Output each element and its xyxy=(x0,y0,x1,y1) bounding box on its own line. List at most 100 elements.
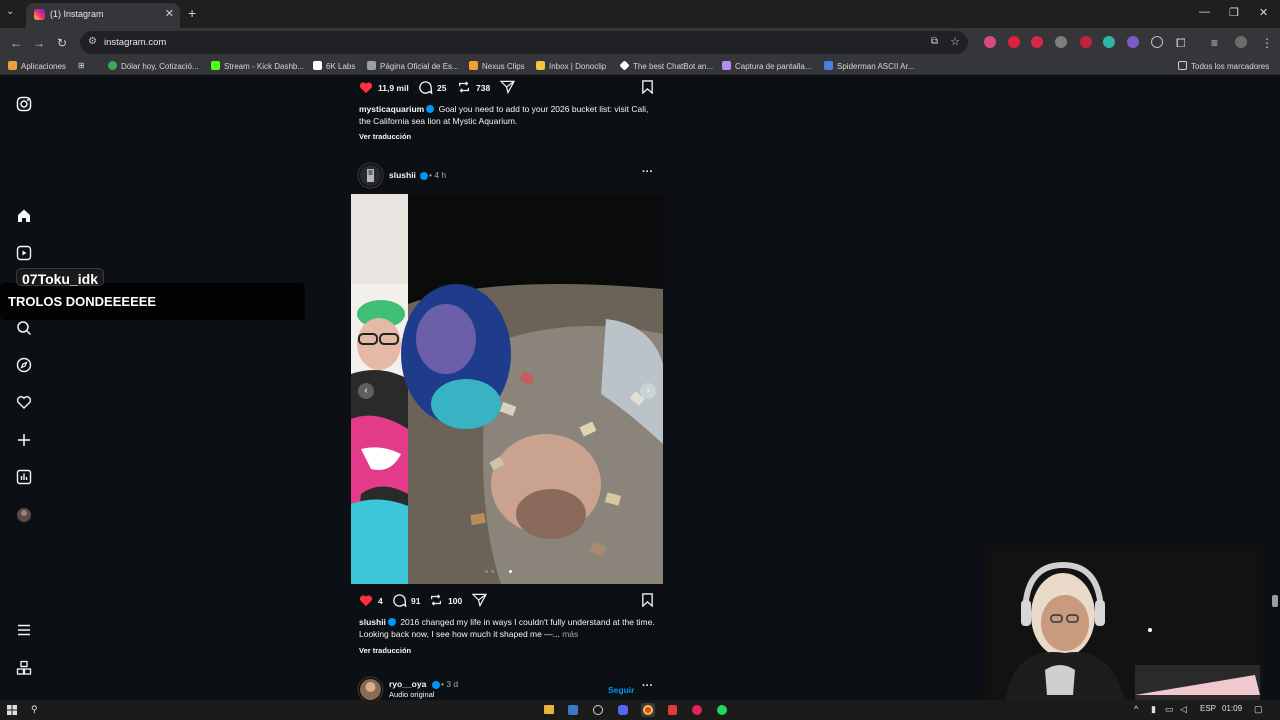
scrollbar-thumb[interactable] xyxy=(1272,595,1278,607)
bookmark-item[interactable]: 6K Labs xyxy=(313,61,355,71)
browser-tab-bar: ⌄ (1) Instagram ✕ + — ❐ ✕ xyxy=(0,0,1280,28)
like-count[interactable]: 11,9 mil xyxy=(378,82,409,94)
back-icon[interactable]: ← xyxy=(10,36,22,50)
repost-count[interactable]: 738 xyxy=(476,82,490,94)
like-count[interactable]: 4 xyxy=(378,595,383,607)
comment-count[interactable]: 25 xyxy=(437,82,446,94)
bookmark-item[interactable]: Inbox | Donoclip xyxy=(536,61,606,71)
new-tab-button[interactable]: + xyxy=(188,5,196,21)
taskbar-search-icon[interactable]: ⚲ xyxy=(31,704,38,715)
extension-icon[interactable] xyxy=(1103,36,1115,48)
reels-icon[interactable] xyxy=(16,245,32,261)
home-icon[interactable] xyxy=(16,208,32,224)
all-bookmarks-folder[interactable]: Todos los marcadores xyxy=(1178,61,1269,71)
extension-icon[interactable] xyxy=(1055,36,1067,48)
post-media-carousel[interactable]: ‹ › xyxy=(351,194,663,584)
valorant-icon[interactable] xyxy=(668,705,677,715)
reload-icon[interactable]: ↻ xyxy=(57,36,67,50)
bookmark-item[interactable]: Spiderman ASCII Ar... xyxy=(824,61,914,71)
system-clock[interactable]: 01:09 xyxy=(1222,704,1242,713)
bookmark-item[interactable]: Captura de pantalla... xyxy=(722,61,812,71)
extension-icon[interactable] xyxy=(1151,36,1163,48)
bookmark-item[interactable]: Nexus Clips xyxy=(469,61,525,71)
browser-menu-icon[interactable]: ⋮ xyxy=(1261,36,1273,50)
profile-avatar-icon[interactable] xyxy=(1235,36,1247,48)
liked-heart-icon[interactable] xyxy=(359,594,373,607)
tab-close-icon[interactable]: ✕ xyxy=(165,7,174,20)
taskbar-app-icon[interactable] xyxy=(593,705,603,715)
post-options-icon[interactable]: ··· xyxy=(642,166,653,178)
install-app-icon[interactable]: ⧉ xyxy=(931,36,938,47)
comment-count[interactable]: 91 xyxy=(411,595,420,607)
repost-count[interactable]: 100 xyxy=(448,595,462,607)
url-text[interactable]: instagram.com xyxy=(104,37,166,48)
bookmark-item[interactable]: Dólar hoy, Cotizació... xyxy=(108,61,199,71)
restore-button[interactable]: ❐ xyxy=(1229,6,1239,19)
input-language[interactable]: ESP xyxy=(1200,704,1216,713)
more-link[interactable]: más xyxy=(562,629,578,639)
post-options-icon[interactable]: ··· xyxy=(642,680,653,692)
bookmark-item[interactable]: Aplicaciones xyxy=(8,61,66,71)
carousel-prev-icon[interactable]: ‹ xyxy=(358,383,374,399)
share-send-icon[interactable] xyxy=(472,593,487,607)
repost-icon[interactable] xyxy=(457,80,471,94)
explore-compass-icon[interactable] xyxy=(16,357,32,373)
share-send-icon[interactable] xyxy=(500,80,515,94)
tab-search-icon[interactable]: ⌄ xyxy=(6,6,14,17)
instagram-logo-icon[interactable] xyxy=(16,96,32,112)
notifications-heart-icon[interactable] xyxy=(16,394,32,410)
extension-icon[interactable] xyxy=(1031,36,1043,48)
discord-icon[interactable] xyxy=(618,705,628,715)
comment-icon[interactable] xyxy=(418,80,433,95)
volume-icon[interactable]: ◁ xyxy=(1180,704,1187,715)
see-translation-link[interactable]: Ver traducción xyxy=(359,645,411,657)
profile-avatar[interactable] xyxy=(16,507,32,523)
extension-icon[interactable] xyxy=(984,36,996,48)
media-player-icon[interactable] xyxy=(692,705,702,715)
network-icon[interactable]: ▭ xyxy=(1165,704,1174,715)
extension-icon[interactable] xyxy=(1080,36,1092,48)
save-bookmark-icon[interactable] xyxy=(641,593,654,607)
avatar[interactable] xyxy=(357,162,384,189)
extensions-puzzle-icon[interactable]: ⧠ xyxy=(1176,36,1186,51)
bookmark-item[interactable]: Stream - Kick Dashb... xyxy=(211,61,304,71)
save-bookmark-icon[interactable] xyxy=(641,80,654,94)
bookmark-item[interactable]: Página Oficial de Es... xyxy=(367,61,459,71)
dashboard-chart-icon[interactable] xyxy=(16,469,32,485)
liked-heart-icon[interactable] xyxy=(359,81,373,94)
menu-hamburger-icon[interactable] xyxy=(16,622,32,638)
comment-icon[interactable] xyxy=(392,593,407,608)
search-icon[interactable] xyxy=(16,320,32,336)
apps-icon[interactable]: ⊞ xyxy=(78,61,85,70)
extension-icon[interactable] xyxy=(1127,36,1139,48)
notifications-icon[interactable]: ▢ xyxy=(1254,704,1263,715)
audio-label[interactable]: Audio original xyxy=(389,689,434,700)
bookmark-star-icon[interactable]: ☆ xyxy=(950,35,960,48)
address-bar[interactable]: ⚙ instagram.com ⧉ ☆ xyxy=(80,31,968,54)
caption-username[interactable]: slushii xyxy=(359,617,386,627)
reading-list-icon[interactable]: ≡ xyxy=(1211,36,1218,50)
follow-button[interactable]: Seguir xyxy=(608,684,634,696)
caption-username[interactable]: mysticaquarium xyxy=(359,104,424,114)
avatar[interactable] xyxy=(357,676,384,700)
bookmark-item[interactable]: The best ChatBot an... xyxy=(619,60,713,71)
spotify-icon[interactable] xyxy=(717,705,727,715)
repost-icon[interactable] xyxy=(429,593,443,607)
forward-icon[interactable]: → xyxy=(33,36,45,50)
minimize-button[interactable]: — xyxy=(1199,6,1210,18)
extension-icon[interactable] xyxy=(1008,36,1020,48)
site-info-icon[interactable]: ⚙ xyxy=(88,36,97,47)
see-translation-link[interactable]: Ver traducción xyxy=(359,131,411,143)
create-plus-icon[interactable] xyxy=(16,432,32,448)
verified-badge-icon xyxy=(420,172,428,180)
file-explorer-icon[interactable] xyxy=(544,705,554,714)
post-username[interactable]: slushii xyxy=(389,169,416,181)
carousel-next-icon[interactable]: › xyxy=(640,383,656,399)
show-hidden-icons-icon[interactable]: ^ xyxy=(1134,704,1138,714)
windows-start-icon[interactable] xyxy=(7,705,17,715)
also-from-meta-icon[interactable] xyxy=(16,660,32,676)
browser-tab-instagram[interactable]: (1) Instagram ✕ xyxy=(26,3,180,28)
steam-icon[interactable] xyxy=(568,705,578,715)
close-window-button[interactable]: ✕ xyxy=(1259,6,1268,19)
microphone-icon[interactable]: ▮ xyxy=(1151,704,1156,715)
